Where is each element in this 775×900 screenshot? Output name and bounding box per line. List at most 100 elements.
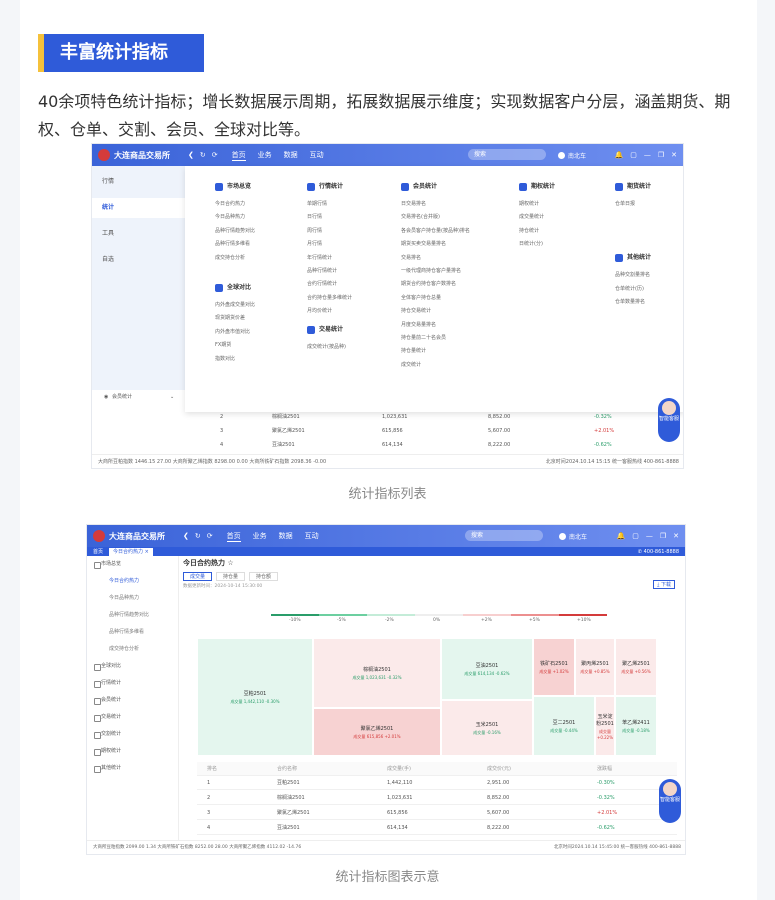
menu-item[interactable]: 期货合约持仓客户数排名 bbox=[401, 278, 470, 291]
table-row[interactable]: 3 聚氯乙烯2501 615,856 5,607.00 +2.01% bbox=[197, 806, 677, 820]
menu-item[interactable]: 仓单日报 bbox=[615, 198, 651, 211]
menu-item[interactable]: 品种行情多维看 bbox=[215, 238, 255, 251]
heatmap-tile[interactable]: 聚氯乙烯2501 成交量 615,856 +2.01% bbox=[313, 708, 441, 756]
sidebar-item[interactable]: 交易统计 bbox=[87, 709, 178, 726]
menu-item[interactable]: FX期货 bbox=[215, 339, 255, 352]
heatmap-tile[interactable]: 豆油2501 成交量 614,134 -0.62% bbox=[441, 638, 533, 700]
column-header[interactable]: 成交价(元) bbox=[487, 762, 511, 776]
column-header[interactable]: 涨跌幅 bbox=[597, 762, 612, 776]
sidebar-item-favorites[interactable]: 自选 bbox=[92, 250, 185, 270]
tab-interest-value[interactable]: 持仓额 bbox=[249, 572, 279, 581]
user-menu[interactable]: 南北车 bbox=[559, 532, 587, 541]
menu-item[interactable]: 交易排名 bbox=[401, 252, 470, 265]
menu-item[interactable]: 品种交割量排名 bbox=[615, 269, 651, 282]
menu-item[interactable]: 内外盘成交量对比 bbox=[215, 299, 255, 312]
sidebar-item-tools[interactable]: 工具 bbox=[92, 224, 185, 244]
menu-item[interactable]: 交易排名(合并版) bbox=[401, 211, 470, 224]
menu-item[interactable]: 月行情 bbox=[307, 238, 352, 251]
restore-icon[interactable]: ❐ bbox=[660, 532, 666, 540]
nav-interact[interactable]: 互动 bbox=[310, 150, 324, 161]
heatmap-tile[interactable]: 聚丙烯2501 成交量 +0.85% bbox=[575, 638, 615, 696]
nav-data[interactable]: 数据 bbox=[284, 150, 298, 161]
menu-item[interactable]: 成交持仓分析 bbox=[215, 252, 255, 265]
menu-item[interactable]: 日统计(分) bbox=[519, 238, 555, 251]
tab-contract-heat[interactable]: 今日合约热力 × bbox=[109, 547, 153, 556]
user-menu[interactable]: 南北车 bbox=[558, 151, 586, 160]
column-header[interactable]: 合约名称 bbox=[277, 762, 297, 776]
nav-home[interactable]: 首页 bbox=[231, 150, 246, 161]
sidebar-item[interactable]: 期权统计 bbox=[87, 743, 178, 760]
smart-service-button[interactable]: 智能客服 bbox=[659, 779, 681, 823]
window-icon[interactable]: ▢ bbox=[632, 532, 639, 540]
sidebar-item[interactable]: 品种行情趋势对比 bbox=[87, 607, 178, 624]
sidebar-item[interactable]: 成交持仓分析 bbox=[87, 641, 178, 658]
bell-icon[interactable]: 🔔 bbox=[617, 532, 626, 540]
sidebar-item[interactable]: 今日品种热力 bbox=[87, 590, 178, 607]
menu-item[interactable]: 现货期货价差 bbox=[215, 312, 255, 325]
column-header[interactable]: 成交量(手) bbox=[387, 762, 411, 776]
refresh-icon[interactable]: ↻ bbox=[195, 532, 201, 540]
sidebar-item[interactable]: 会员统计 bbox=[87, 692, 178, 709]
sidebar-item[interactable]: 交割统计 bbox=[87, 726, 178, 743]
table-row[interactable]: 2 棕榈油2501 1,023,631 8,852.00 -0.32% bbox=[92, 410, 683, 424]
menu-item[interactable]: 成交统计(按品种) bbox=[307, 341, 352, 354]
menu-item[interactable]: 持仓量前二十名会员 bbox=[401, 332, 470, 345]
tab-volume[interactable]: 成交量 bbox=[183, 572, 213, 581]
menu-item[interactable]: 合约持仓量多维统计 bbox=[307, 292, 352, 305]
sidebar-item-statistics[interactable]: 统计 bbox=[92, 198, 185, 218]
smart-service-button[interactable]: 智能客服 bbox=[658, 398, 680, 442]
menu-item[interactable]: 月度交易量排名 bbox=[401, 319, 470, 332]
nav-business[interactable]: 业务 bbox=[258, 150, 272, 161]
menu-item[interactable]: 持仓交易统计 bbox=[401, 305, 470, 318]
table-row[interactable]: 2 棕榈油2501 1,023,631 8,852.00 -0.32% bbox=[197, 791, 677, 805]
back-icon[interactable]: ❮ bbox=[183, 532, 189, 540]
menu-item[interactable]: 一级代理商持仓客户量排名 bbox=[401, 265, 470, 278]
heatmap-tile[interactable]: 聚乙烯2501 成交量 +0.56% bbox=[615, 638, 657, 696]
menu-item[interactable]: 持仓量统计 bbox=[401, 345, 470, 358]
back-icon[interactable]: ❮ bbox=[188, 151, 194, 159]
heatmap-tile[interactable]: 玉米2501 成交量 -0.16% bbox=[441, 700, 533, 756]
tab-home[interactable]: 首页 bbox=[93, 548, 103, 555]
search-input[interactable]: 搜索 bbox=[465, 530, 543, 541]
close-icon[interactable]: ✕ bbox=[671, 151, 677, 159]
download-button[interactable]: ⤓ 下载 bbox=[653, 580, 675, 589]
heatmap-tile[interactable]: 玉米淀粉2501 成交量 +0.22% bbox=[595, 696, 615, 756]
heatmap-tile[interactable]: 豆二2501 成交量 -0.44% bbox=[533, 696, 595, 756]
menu-item[interactable]: 仓单统计(历) bbox=[615, 283, 651, 296]
nav-home[interactable]: 首页 bbox=[226, 531, 241, 542]
minimize-icon[interactable]: — bbox=[644, 151, 651, 159]
sidebar-item[interactable]: 全球对比 bbox=[87, 658, 178, 675]
menu-item[interactable]: 周行情 bbox=[307, 225, 352, 238]
table-row[interactable]: 4 豆油2501 614,134 8,222.00 -0.62% bbox=[197, 821, 677, 835]
close-tab-icon[interactable]: × bbox=[145, 549, 149, 555]
table-row[interactable]: 1 豆粕2501 1,442,110 2,951.00 -0.30% bbox=[197, 776, 677, 790]
nav-interact[interactable]: 互动 bbox=[305, 531, 319, 542]
menu-item[interactable]: 全体客户持仓总量 bbox=[401, 292, 470, 305]
reload-icon[interactable]: ⟳ bbox=[212, 151, 218, 159]
sidebar-item[interactable]: 今日合约热力 bbox=[87, 573, 178, 590]
table-row[interactable]: 4 豆油2501 614,134 8,222.00 -0.62% bbox=[92, 438, 683, 452]
tab-open-interest[interactable]: 持仓量 bbox=[216, 572, 246, 581]
menu-item[interactable]: 品种行情趋势对比 bbox=[215, 225, 255, 238]
minimize-icon[interactable]: — bbox=[646, 532, 653, 540]
heatmap-tile[interactable]: 豆粕2501 成交量 1,442,110 -0.30% bbox=[197, 638, 313, 756]
menu-item[interactable]: 日交易排名 bbox=[401, 198, 470, 211]
menu-item[interactable]: 各会员客户持仓量(按品种)排名 bbox=[401, 225, 470, 238]
column-header[interactable]: 排名 bbox=[207, 762, 217, 776]
search-input[interactable]: 搜索 bbox=[468, 149, 546, 160]
menu-item[interactable]: 合约行情统计 bbox=[307, 278, 352, 291]
heatmap-tile[interactable]: 棕榈油2501 成交量 1,023,631 -0.32% bbox=[313, 638, 441, 708]
menu-item[interactable]: 月均价统计 bbox=[307, 305, 352, 318]
heatmap-tile[interactable]: 苯乙烯2411 成交量 -0.18% bbox=[615, 696, 657, 756]
sidebar-item[interactable]: 其他统计 bbox=[87, 760, 178, 777]
nav-business[interactable]: 业务 bbox=[253, 531, 267, 542]
menu-item[interactable]: 指数对比 bbox=[215, 353, 255, 366]
menu-item[interactable]: 品种行情统计 bbox=[307, 265, 352, 278]
menu-item[interactable]: 日行情 bbox=[307, 211, 352, 224]
refresh-icon[interactable]: ↻ bbox=[200, 151, 206, 159]
sidebar-item[interactable]: 行情统计 bbox=[87, 675, 178, 692]
sidebar-item[interactable]: 市场总览 bbox=[87, 556, 178, 573]
reload-icon[interactable]: ⟳ bbox=[207, 532, 213, 540]
restore-icon[interactable]: ❐ bbox=[658, 151, 664, 159]
window-icon[interactable]: ▢ bbox=[630, 151, 637, 159]
